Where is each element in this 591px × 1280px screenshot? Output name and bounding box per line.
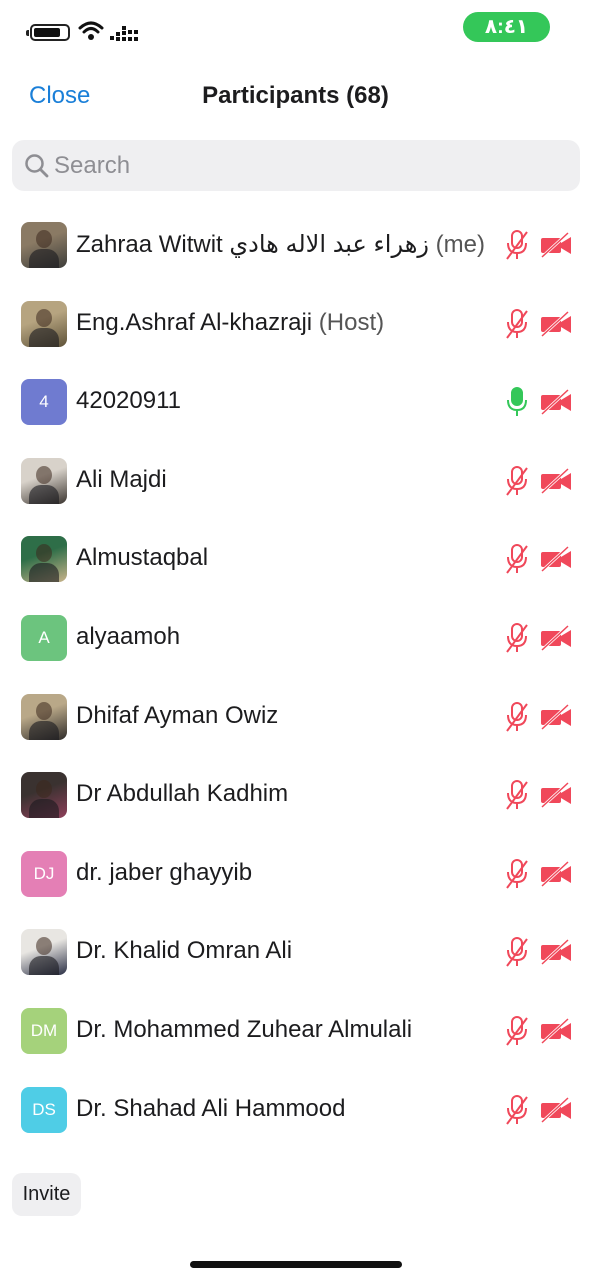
participant-role-tag: (me) bbox=[428, 231, 485, 258]
home-indicator bbox=[190, 1261, 402, 1268]
participant-name-text: Dr Abdullah Kadhim bbox=[76, 780, 289, 807]
participant-name-text: Dr. Mohammed Zuhear Almulali bbox=[76, 1016, 413, 1043]
participant-name-text: Dr. Shahad Ali Hammood bbox=[76, 1095, 346, 1122]
participant-name: Zahraa Witwit زهراء عبد الاله هادي (me) bbox=[76, 230, 485, 259]
participant-name-text: alyaamoh bbox=[76, 623, 181, 650]
participant-row[interactable]: DM Dr. Mohammed Zuhear Almulali bbox=[0, 991, 591, 1069]
participant-name-text: 42020911 bbox=[76, 387, 181, 414]
invite-button[interactable]: Invite bbox=[12, 1173, 81, 1216]
search-bar[interactable] bbox=[12, 140, 580, 191]
avatar bbox=[21, 694, 67, 740]
participant-name: Dr Abdullah Kadhim bbox=[76, 780, 288, 808]
microphone-muted-icon[interactable] bbox=[505, 622, 529, 654]
participant-name-text: Eng.Ashraf Al-khazraji bbox=[76, 309, 313, 336]
participant-name: Dr. Shahad Ali Hammood bbox=[76, 1095, 345, 1123]
participant-name: Dr. Mohammed Zuhear Almulali bbox=[76, 1016, 412, 1044]
participant-name: 42020911 bbox=[76, 387, 181, 415]
participant-name-text: Zahraa Witwit زهراء عبد الاله هادي bbox=[76, 231, 429, 258]
participant-row[interactable]: Dhifaf Ayman Owiz bbox=[0, 677, 591, 755]
participant-name: alyaamoh bbox=[76, 623, 180, 651]
avatar: A bbox=[21, 615, 67, 661]
avatar: DJ bbox=[21, 851, 67, 897]
participant-row[interactable]: Zahraa Witwit زهراء عبد الاله هادي (me) bbox=[0, 205, 591, 283]
participant-row[interactable]: Dr Abdullah Kadhim bbox=[0, 755, 591, 833]
participant-name: dr. jaber ghayyib bbox=[76, 859, 252, 887]
video-off-icon[interactable] bbox=[540, 232, 572, 258]
participant-row[interactable]: DS Dr. Shahad Ali Hammood bbox=[0, 1070, 591, 1148]
video-off-icon[interactable] bbox=[540, 625, 572, 651]
header: Participants (68) Close bbox=[0, 70, 591, 120]
microphone-muted-icon[interactable] bbox=[505, 543, 529, 575]
video-off-icon[interactable] bbox=[540, 311, 572, 337]
microphone-muted-icon[interactable] bbox=[505, 308, 529, 340]
microphone-muted-icon[interactable] bbox=[505, 858, 529, 890]
microphone-muted-icon[interactable] bbox=[505, 1094, 529, 1126]
participant-name-text: Dr. Khalid Omran Ali bbox=[76, 937, 293, 964]
avatar bbox=[21, 536, 67, 582]
participant-name-text: Ali Majdi bbox=[76, 466, 167, 493]
avatar bbox=[21, 929, 67, 975]
status-bar: ٨:٤١ bbox=[0, 0, 591, 60]
avatar: DM bbox=[21, 1008, 67, 1054]
search-input[interactable] bbox=[54, 148, 554, 183]
participant-name: Ali Majdi bbox=[76, 466, 167, 494]
avatar bbox=[21, 458, 67, 504]
microphone-muted-icon[interactable] bbox=[505, 936, 529, 968]
wifi-icon bbox=[78, 21, 104, 40]
cellular-signal-icon bbox=[110, 26, 138, 41]
video-off-icon[interactable] bbox=[540, 1018, 572, 1044]
participant-name-text: Almustaqbal bbox=[76, 544, 209, 571]
participant-name: Almustaqbal bbox=[76, 544, 208, 572]
avatar: 4 bbox=[21, 379, 67, 425]
avatar bbox=[21, 222, 67, 268]
microphone-muted-icon[interactable] bbox=[505, 701, 529, 733]
participant-name: Dr. Khalid Omran Ali bbox=[76, 937, 292, 965]
participant-name-text: dr. jaber ghayyib bbox=[76, 859, 253, 886]
close-button[interactable]: Close bbox=[29, 82, 90, 110]
avatar bbox=[21, 772, 67, 818]
video-off-icon[interactable] bbox=[540, 468, 572, 494]
participant-row[interactable]: 4 42020911 bbox=[0, 362, 591, 440]
video-off-icon[interactable] bbox=[540, 1097, 572, 1123]
video-off-icon[interactable] bbox=[540, 389, 572, 415]
participant-row[interactable]: Almustaqbal bbox=[0, 519, 591, 597]
battery-icon bbox=[26, 24, 70, 41]
video-off-icon[interactable] bbox=[540, 782, 572, 808]
participant-name: Eng.Ashraf Al-khazraji (Host) bbox=[76, 309, 384, 337]
video-off-icon[interactable] bbox=[540, 546, 572, 572]
video-off-icon[interactable] bbox=[540, 704, 572, 730]
avatar: DS bbox=[21, 1087, 67, 1133]
participant-row[interactable]: Ali Majdi bbox=[0, 441, 591, 519]
participant-name: Dhifaf Ayman Owiz bbox=[76, 702, 278, 730]
status-time[interactable]: ٨:٤١ bbox=[463, 12, 550, 42]
participant-role-tag: (Host) bbox=[312, 309, 385, 336]
video-off-icon[interactable] bbox=[540, 939, 572, 965]
microphone-muted-icon[interactable] bbox=[505, 229, 529, 261]
avatar bbox=[21, 301, 67, 347]
microphone-muted-icon[interactable] bbox=[505, 465, 529, 497]
microphone-muted-icon[interactable] bbox=[505, 779, 529, 811]
participant-name-text: Dhifaf Ayman Owiz bbox=[76, 702, 279, 729]
video-off-icon[interactable] bbox=[540, 861, 572, 887]
microphone-icon[interactable] bbox=[505, 386, 529, 418]
participant-row[interactable]: DJ dr. jaber ghayyib bbox=[0, 834, 591, 912]
search-icon bbox=[25, 154, 49, 178]
participant-row[interactable]: Aalyaamoh bbox=[0, 598, 591, 676]
participant-row[interactable]: Dr. Khalid Omran Ali bbox=[0, 912, 591, 990]
microphone-muted-icon[interactable] bbox=[505, 1015, 529, 1047]
participant-row[interactable]: Eng.Ashraf Al-khazraji (Host) bbox=[0, 284, 591, 362]
